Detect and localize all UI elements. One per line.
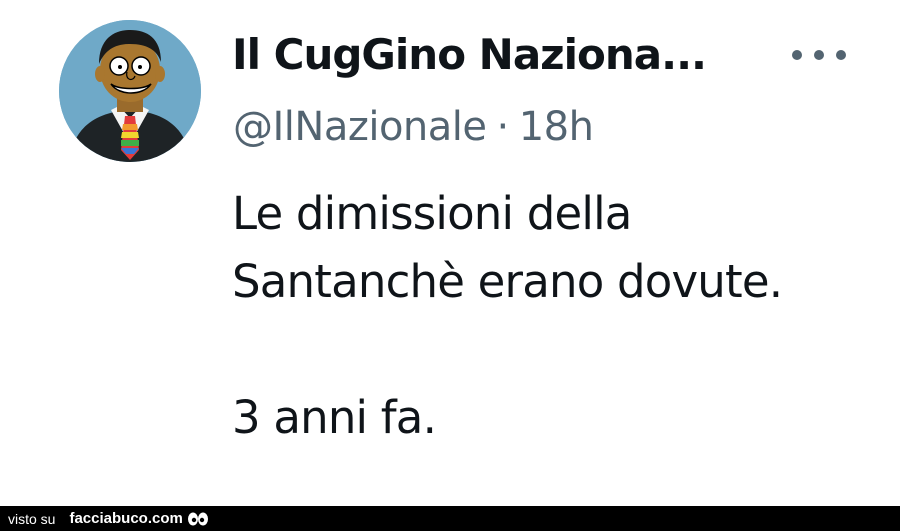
- separator: ·: [496, 104, 510, 150]
- tweet-text-line: Le dimissioni della: [232, 187, 632, 240]
- user-handle[interactable]: @IlNazionale: [233, 104, 487, 150]
- dot-icon: [814, 50, 824, 60]
- cartoon-avatar-icon: [59, 20, 201, 162]
- dot-icon: [792, 50, 802, 60]
- handle-line: @IlNazionale · 18h: [233, 104, 594, 150]
- eyes-logo-icon: [187, 512, 208, 525]
- watermark-prefix: visto su: [8, 510, 56, 527]
- timestamp[interactable]: 18h: [519, 104, 594, 150]
- tweet-text-footer: 3 anni fa.: [232, 391, 437, 444]
- avatar[interactable]: [59, 20, 201, 162]
- display-name[interactable]: Il CugGino Naziona...: [232, 30, 707, 79]
- watermark-bar: visto su facciabuco.com: [0, 506, 900, 531]
- watermark-brand[interactable]: facciabuco.com: [69, 510, 182, 527]
- tweet-card: Il CugGino Naziona... @IlNazionale · 18h L…: [0, 0, 900, 506]
- dot-icon: [836, 50, 846, 60]
- tweet-text-line: Santanchè erano dovute.: [232, 255, 783, 308]
- tweet-text: Le dimissioni della Santanchè erano dovu…: [232, 180, 872, 452]
- more-options-icon[interactable]: [792, 40, 846, 70]
